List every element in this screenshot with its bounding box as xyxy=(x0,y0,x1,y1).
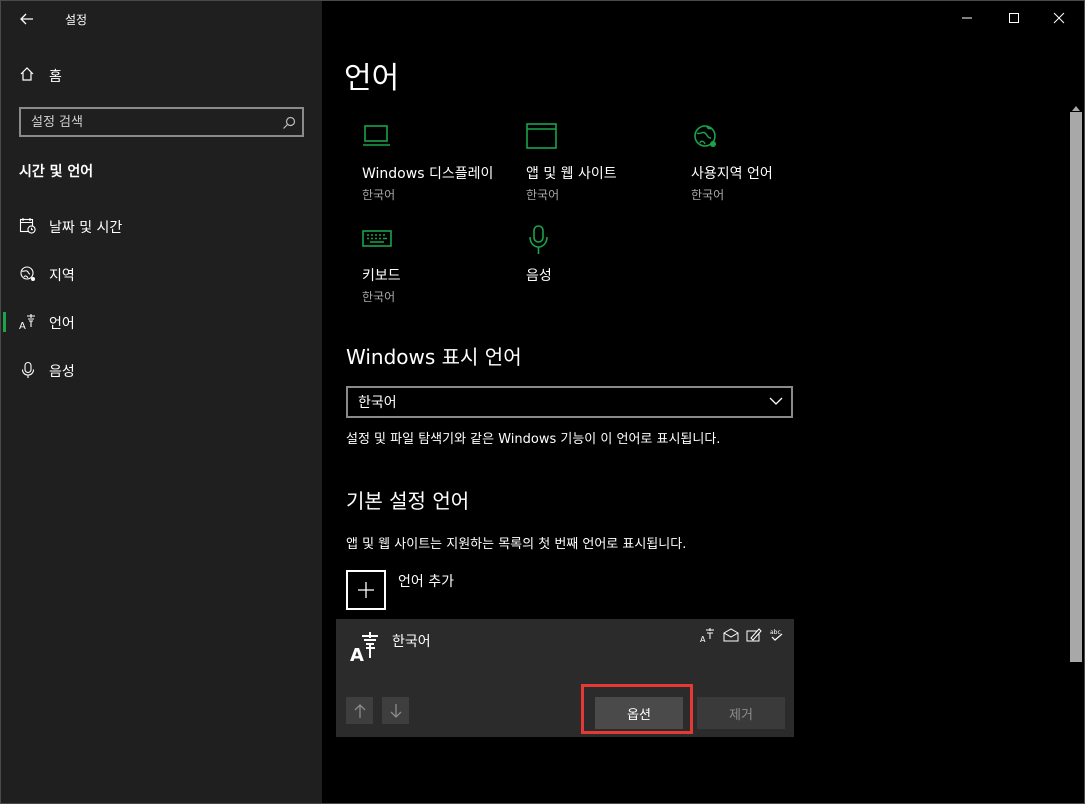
tile-sublabel: 한국어 xyxy=(526,188,560,202)
tile-keyboard[interactable]: 키보드 한국어 xyxy=(362,225,527,305)
move-down-button[interactable] xyxy=(382,697,409,724)
spell-check-feature-icon: abc xyxy=(769,627,785,643)
app-title: 설정 xyxy=(65,13,88,27)
minimize-button[interactable] xyxy=(944,1,990,35)
globe-icon xyxy=(19,265,37,283)
remove-button[interactable]: 제거 xyxy=(697,697,785,729)
tile-sublabel: 한국어 xyxy=(691,188,725,202)
scroll-up-icon[interactable] xyxy=(1072,98,1080,111)
preferred-language-heading: 기본 설정 언어 xyxy=(346,489,470,513)
page-title: 언어 xyxy=(344,61,400,96)
sidebar-item-speech[interactable]: 음성 xyxy=(1,352,322,388)
tile-label: 키보드 xyxy=(362,268,401,284)
calendar-clock-icon xyxy=(19,217,37,235)
tile-label: 음성 xyxy=(526,268,552,284)
back-arrow-icon[interactable] xyxy=(17,9,37,29)
preferred-language-description: 앱 및 웹 사이트는 지원하는 목록의 첫 번째 언어로 표시됩니다. xyxy=(346,537,687,552)
display-language-feature-icon: A xyxy=(700,627,716,644)
section-title: 시간 및 언어 xyxy=(19,164,94,180)
sidebar-item-label: 날짜 및 시간 xyxy=(49,220,123,236)
scrollbar-thumb[interactable] xyxy=(1070,112,1082,662)
tile-label: 사용지역 언어 xyxy=(691,166,773,182)
search-icon[interactable] xyxy=(282,115,296,129)
language-item-korean[interactable]: A 한국어 A abc 옵션 제거 xyxy=(336,619,794,737)
home-label: 홈 xyxy=(49,69,62,85)
sidebar-item-region[interactable]: 지역 xyxy=(1,256,322,292)
keyboard-icon xyxy=(362,225,396,255)
language-icon: A xyxy=(19,313,37,332)
scrollbar[interactable] xyxy=(1068,96,1084,802)
chevron-down-icon xyxy=(769,394,783,410)
main-content: 언어 Windows 디스플레이 한국어 앱 및 웹 사이트 한국어 사용지역 … xyxy=(322,1,1084,803)
arrow-up-icon xyxy=(354,703,365,718)
display-language-select[interactable]: 한국어 xyxy=(346,386,793,418)
language-name: 한국어 xyxy=(392,634,431,650)
search-box[interactable] xyxy=(19,107,304,137)
sidebar-item-label: 지역 xyxy=(49,268,75,284)
text-to-speech-feature-icon xyxy=(723,627,739,643)
home-link[interactable]: 홈 xyxy=(19,65,62,87)
sidebar-item-label: 음성 xyxy=(49,364,75,380)
svg-text:A: A xyxy=(700,635,706,643)
tile-sublabel: 한국어 xyxy=(362,290,396,304)
tile-apps-websites[interactable]: 앱 및 웹 사이트 한국어 xyxy=(526,123,691,203)
tile-label: Windows 디스플레이 xyxy=(362,166,494,182)
maximize-icon xyxy=(1009,13,1019,23)
browser-window-icon xyxy=(526,123,560,153)
tile-speech[interactable]: 음성 xyxy=(526,225,691,285)
sidebar-item-label: 언어 xyxy=(49,316,75,332)
sidebar-item-language[interactable]: A 언어 xyxy=(1,304,322,340)
language-icon: A xyxy=(350,631,382,666)
svg-text:A: A xyxy=(350,645,364,665)
tile-sublabel: 한국어 xyxy=(362,188,396,202)
plus-icon xyxy=(346,570,386,610)
monitor-icon xyxy=(362,123,396,153)
options-highlight-box xyxy=(581,684,693,734)
tile-windows-display[interactable]: Windows 디스플레이 한국어 xyxy=(362,123,527,203)
search-input[interactable] xyxy=(21,113,282,131)
display-language-description: 설정 및 파일 탐색기와 같은 Windows 기능이 이 언어로 표시됩니다. xyxy=(346,432,721,447)
home-icon xyxy=(19,66,35,86)
tile-regional-format[interactable]: 사용지역 언어 한국어 xyxy=(691,123,856,203)
globe-icon xyxy=(691,123,725,153)
close-icon xyxy=(1053,12,1065,24)
microphone-icon xyxy=(526,225,560,255)
svg-text:A: A xyxy=(19,321,26,331)
display-language-heading: Windows 표시 언어 xyxy=(346,345,522,369)
svg-text:abc: abc xyxy=(770,629,781,636)
selection-indicator xyxy=(3,312,6,332)
minimize-icon xyxy=(962,17,972,19)
add-language-label: 언어 추가 xyxy=(398,574,454,590)
maximize-button[interactable] xyxy=(991,1,1037,35)
sidebar: 설정 홈 시간 및 언어 날짜 및 시간 지역 A 언어 음 xyxy=(1,1,322,803)
tile-label: 앱 및 웹 사이트 xyxy=(526,166,617,182)
arrow-down-icon xyxy=(390,703,401,718)
add-language-button[interactable]: 언어 추가 xyxy=(346,570,454,610)
display-language-value: 한국어 xyxy=(358,395,397,411)
move-up-button[interactable] xyxy=(346,697,373,724)
handwriting-feature-icon xyxy=(746,627,762,643)
close-button[interactable] xyxy=(1036,1,1082,35)
sidebar-item-date-time[interactable]: 날짜 및 시간 xyxy=(1,208,322,244)
microphone-icon xyxy=(19,361,37,379)
